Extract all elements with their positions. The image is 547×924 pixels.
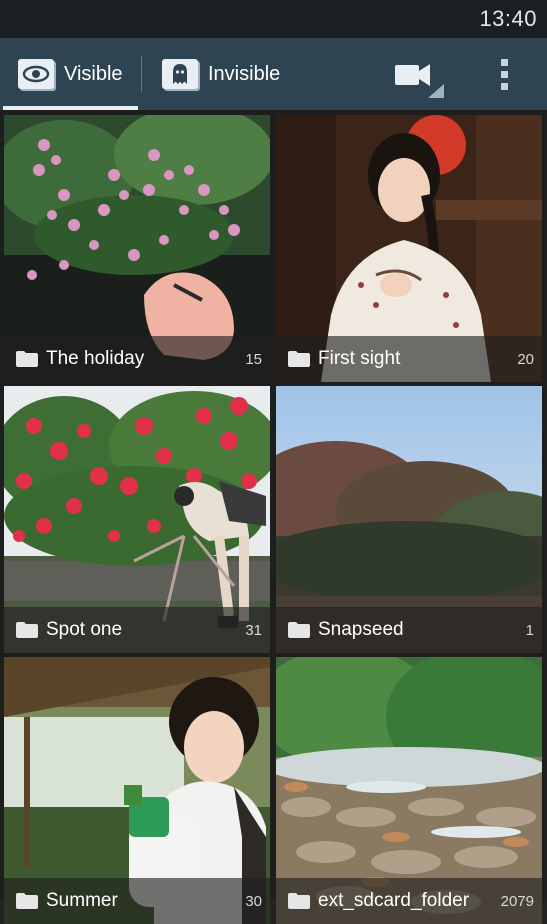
album-count: 2079 bbox=[500, 892, 534, 910]
album-label-bar: Summer 30 bbox=[4, 878, 270, 924]
album-tile-the-holiday[interactable]: The holiday 15 bbox=[4, 115, 270, 382]
album-name: Spot one bbox=[46, 619, 123, 640]
folder-icon bbox=[288, 351, 310, 367]
album-tile-snapseed[interactable]: Snapseed 1 bbox=[276, 386, 542, 653]
video-camera-icon bbox=[395, 64, 444, 98]
album-count: 31 bbox=[245, 621, 262, 639]
album-count: 20 bbox=[517, 350, 534, 368]
tab-divider bbox=[141, 56, 142, 92]
ghost-icon bbox=[162, 59, 198, 89]
tab-invisible-label: Invisible bbox=[208, 62, 281, 85]
status-time: 13:40 bbox=[479, 6, 537, 31]
folder-icon bbox=[16, 893, 38, 909]
album-label-bar: Snapseed 1 bbox=[276, 607, 542, 653]
tab-visible[interactable]: Visible bbox=[18, 38, 138, 110]
folder-icon bbox=[16, 351, 38, 367]
tab-invisible[interactable]: Invisible bbox=[162, 38, 292, 110]
album-tile-ext-sdcard-folder[interactable]: ext_sdcard_folder 2079 bbox=[276, 657, 542, 924]
album-label-bar: Spot one 31 bbox=[4, 607, 270, 653]
album-label-bar: ext_sdcard_folder 2079 bbox=[276, 878, 542, 924]
album-grid: The holiday 15 First sight 20 Spot one 3… bbox=[0, 110, 547, 924]
album-name: Snapseed bbox=[318, 619, 404, 640]
album-tile-spot-one[interactable]: Spot one 31 bbox=[4, 386, 270, 653]
video-button[interactable] bbox=[392, 56, 446, 100]
album-tile-first-sight[interactable]: First sight 20 bbox=[276, 115, 542, 382]
album-label-bar: The holiday 15 bbox=[4, 336, 270, 382]
overflow-menu-icon bbox=[494, 59, 514, 90]
album-name: ext_sdcard_folder bbox=[318, 890, 470, 911]
folder-icon bbox=[288, 893, 310, 909]
album-count: 1 bbox=[525, 621, 534, 639]
album-count: 30 bbox=[245, 892, 262, 910]
album-count: 15 bbox=[245, 350, 262, 368]
album-name: The holiday bbox=[46, 348, 145, 369]
album-name: First sight bbox=[318, 348, 401, 369]
folder-icon bbox=[288, 622, 310, 638]
overflow-menu-button[interactable] bbox=[494, 56, 514, 92]
eye-icon bbox=[18, 59, 54, 89]
folder-icon bbox=[16, 622, 38, 638]
album-name: Summer bbox=[46, 890, 118, 911]
album-tile-summer[interactable]: Summer 30 bbox=[4, 657, 270, 924]
album-label-bar: First sight 20 bbox=[276, 336, 542, 382]
tab-visible-label: Visible bbox=[64, 62, 123, 85]
status-bar: 13:40 bbox=[0, 0, 547, 38]
action-bar: Visible Invisible bbox=[0, 38, 547, 110]
